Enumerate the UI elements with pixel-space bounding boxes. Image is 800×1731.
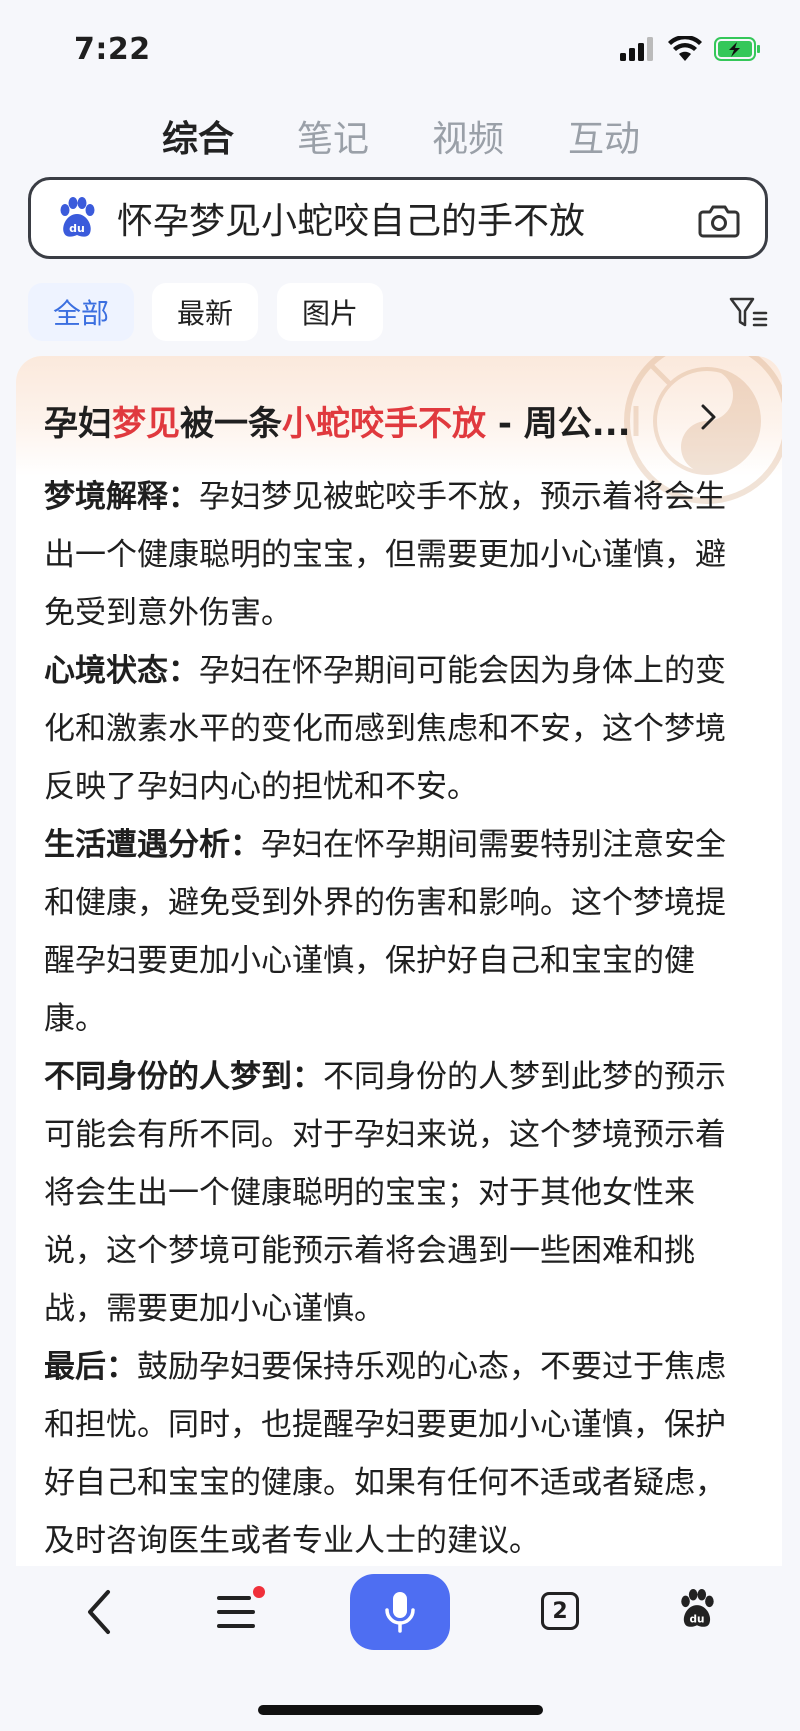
- section-different-identities: 不同身份的人梦到：不同身份的人梦到此梦的预示可能会有所不同。对于孕妇来说，这个梦…: [44, 1048, 744, 1338]
- baidu-paw-icon: du: [60, 197, 95, 237]
- section-dream-interpretation: 梦境解释：孕妇梦见被蛇咬手不放，预示着将会生出一个健康聪明的宝宝，但需要更加小心…: [44, 468, 744, 642]
- tab-interact[interactable]: 互动: [568, 110, 640, 162]
- battery-charging-icon: [714, 37, 760, 61]
- section-finally: 最后：鼓励孕妇要保持乐观的心态，不要过于焦虑和担忧。同时，也提醒孕妇要更加小心谨…: [44, 1338, 744, 1566]
- voice-search-button[interactable]: [350, 1574, 450, 1650]
- title-highlight-1: 梦见: [112, 404, 180, 444]
- mic-icon: [385, 1592, 415, 1633]
- menu-icon[interactable]: [215, 1586, 267, 1634]
- search-box[interactable]: du 怀孕梦见小蛇咬自己的手不放: [28, 177, 768, 259]
- filter-icon[interactable]: [728, 293, 768, 333]
- status-bar: 7:22: [0, 0, 800, 100]
- section-label: 梦境解释：: [44, 479, 199, 515]
- filter-latest[interactable]: 最新: [152, 283, 258, 341]
- section-label: 不同身份的人梦到：: [44, 1059, 323, 1095]
- notification-dot: [253, 1586, 265, 1598]
- baidu-paw-icon[interactable]: du: [676, 1586, 718, 1632]
- top-tabs: 综合 笔记 视频 互动: [0, 110, 800, 170]
- section-text: 不同身份的人梦到此梦的预示可能会有所不同。对于孕妇来说，这个梦境预示着将会生出一…: [44, 1059, 726, 1327]
- camera-icon[interactable]: [697, 198, 741, 242]
- chevron-right-icon[interactable]: [696, 400, 722, 434]
- tab-notes[interactable]: 笔记: [297, 110, 369, 162]
- svg-text:du: du: [690, 1613, 705, 1625]
- filter-bar: 全部 最新 图片: [28, 283, 768, 341]
- title-source: - 周公...: [486, 404, 631, 444]
- tab-video[interactable]: 视频: [432, 110, 504, 162]
- section-label: 心境状态：: [44, 653, 199, 689]
- tabs-icon[interactable]: 2: [541, 1592, 579, 1630]
- home-indicator[interactable]: [258, 1705, 543, 1715]
- wifi-icon: [668, 36, 702, 61]
- filter-all[interactable]: 全部: [28, 283, 134, 341]
- status-icons: [620, 36, 762, 62]
- section-life-analysis: 生活遭遇分析：孕妇在怀孕期间需要特别注意安全和健康，避免受到外界的伤害和影响。这…: [44, 816, 744, 1048]
- section-text: 鼓励孕妇要保持乐观的心态，不要过于焦虑和担忧。同时，也提醒孕妇要更加小心谨慎，保…: [44, 1349, 726, 1559]
- title-part-2: 被一条: [180, 404, 282, 444]
- result-card[interactable]: 孕妇梦见被一条小蛇咬手不放 - 周公... 梦境解释：孕妇梦见被蛇咬手不放，预示…: [16, 356, 782, 1566]
- status-time: 7:22: [74, 32, 151, 67]
- title-part-1: 孕妇: [44, 404, 112, 444]
- back-icon[interactable]: [82, 1588, 118, 1636]
- section-label: 生活遭遇分析：: [44, 827, 261, 863]
- svg-text:du: du: [69, 222, 85, 235]
- signal-icon: [620, 37, 653, 61]
- tab-zonghe[interactable]: 综合: [162, 110, 234, 162]
- result-title[interactable]: 孕妇梦见被一条小蛇咬手不放 - 周公...: [44, 396, 631, 445]
- section-mind-state: 心境状态：孕妇在怀孕期间可能会因为身体上的变化和激素水平的变化而感到焦虑和不安，…: [44, 642, 744, 816]
- search-input[interactable]: 怀孕梦见小蛇咬自己的手不放: [117, 192, 585, 244]
- result-body: 梦境解释：孕妇梦见被蛇咬手不放，预示着将会生出一个健康聪明的宝宝，但需要更加小心…: [44, 468, 744, 1566]
- title-highlight-2: 小蛇咬手不放: [282, 404, 486, 444]
- section-label: 最后：: [44, 1349, 137, 1385]
- filter-images[interactable]: 图片: [277, 283, 383, 341]
- result-card-header[interactable]: 孕妇梦见被一条小蛇咬手不放 - 周公...: [16, 356, 782, 504]
